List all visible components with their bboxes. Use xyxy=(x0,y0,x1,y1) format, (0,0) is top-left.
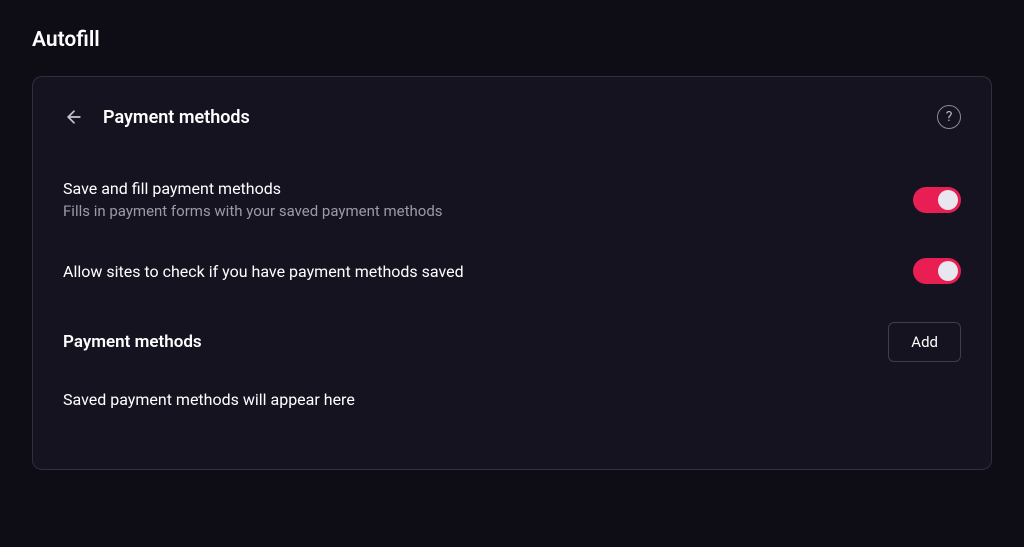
setting-text: Allow sites to check if you have payment… xyxy=(63,262,464,281)
empty-state-text: Saved payment methods will appear here xyxy=(63,390,961,409)
card-header: Payment methods ? xyxy=(63,105,961,129)
setting-save-fill: Save and fill payment methods Fills in p… xyxy=(63,179,961,220)
page-title: Autofill xyxy=(32,28,992,52)
back-arrow-icon[interactable] xyxy=(63,106,85,128)
payment-methods-section-header: Payment methods Add xyxy=(63,322,961,362)
section-title: Payment methods xyxy=(63,332,202,352)
setting-allow-check: Allow sites to check if you have payment… xyxy=(63,258,961,284)
help-icon[interactable]: ? xyxy=(937,105,961,129)
setting-description: Fills in payment forms with your saved p… xyxy=(63,202,443,220)
card-title: Payment methods xyxy=(103,107,919,128)
setting-title: Save and fill payment methods xyxy=(63,179,443,198)
toggle-knob xyxy=(938,261,958,281)
setting-title: Allow sites to check if you have payment… xyxy=(63,262,464,281)
add-button[interactable]: Add xyxy=(888,322,961,362)
settings-card: Payment methods ? Save and fill payment … xyxy=(32,76,992,470)
toggle-save-fill[interactable] xyxy=(913,187,961,213)
setting-text: Save and fill payment methods Fills in p… xyxy=(63,179,443,220)
toggle-knob xyxy=(938,190,958,210)
toggle-allow-check[interactable] xyxy=(913,258,961,284)
